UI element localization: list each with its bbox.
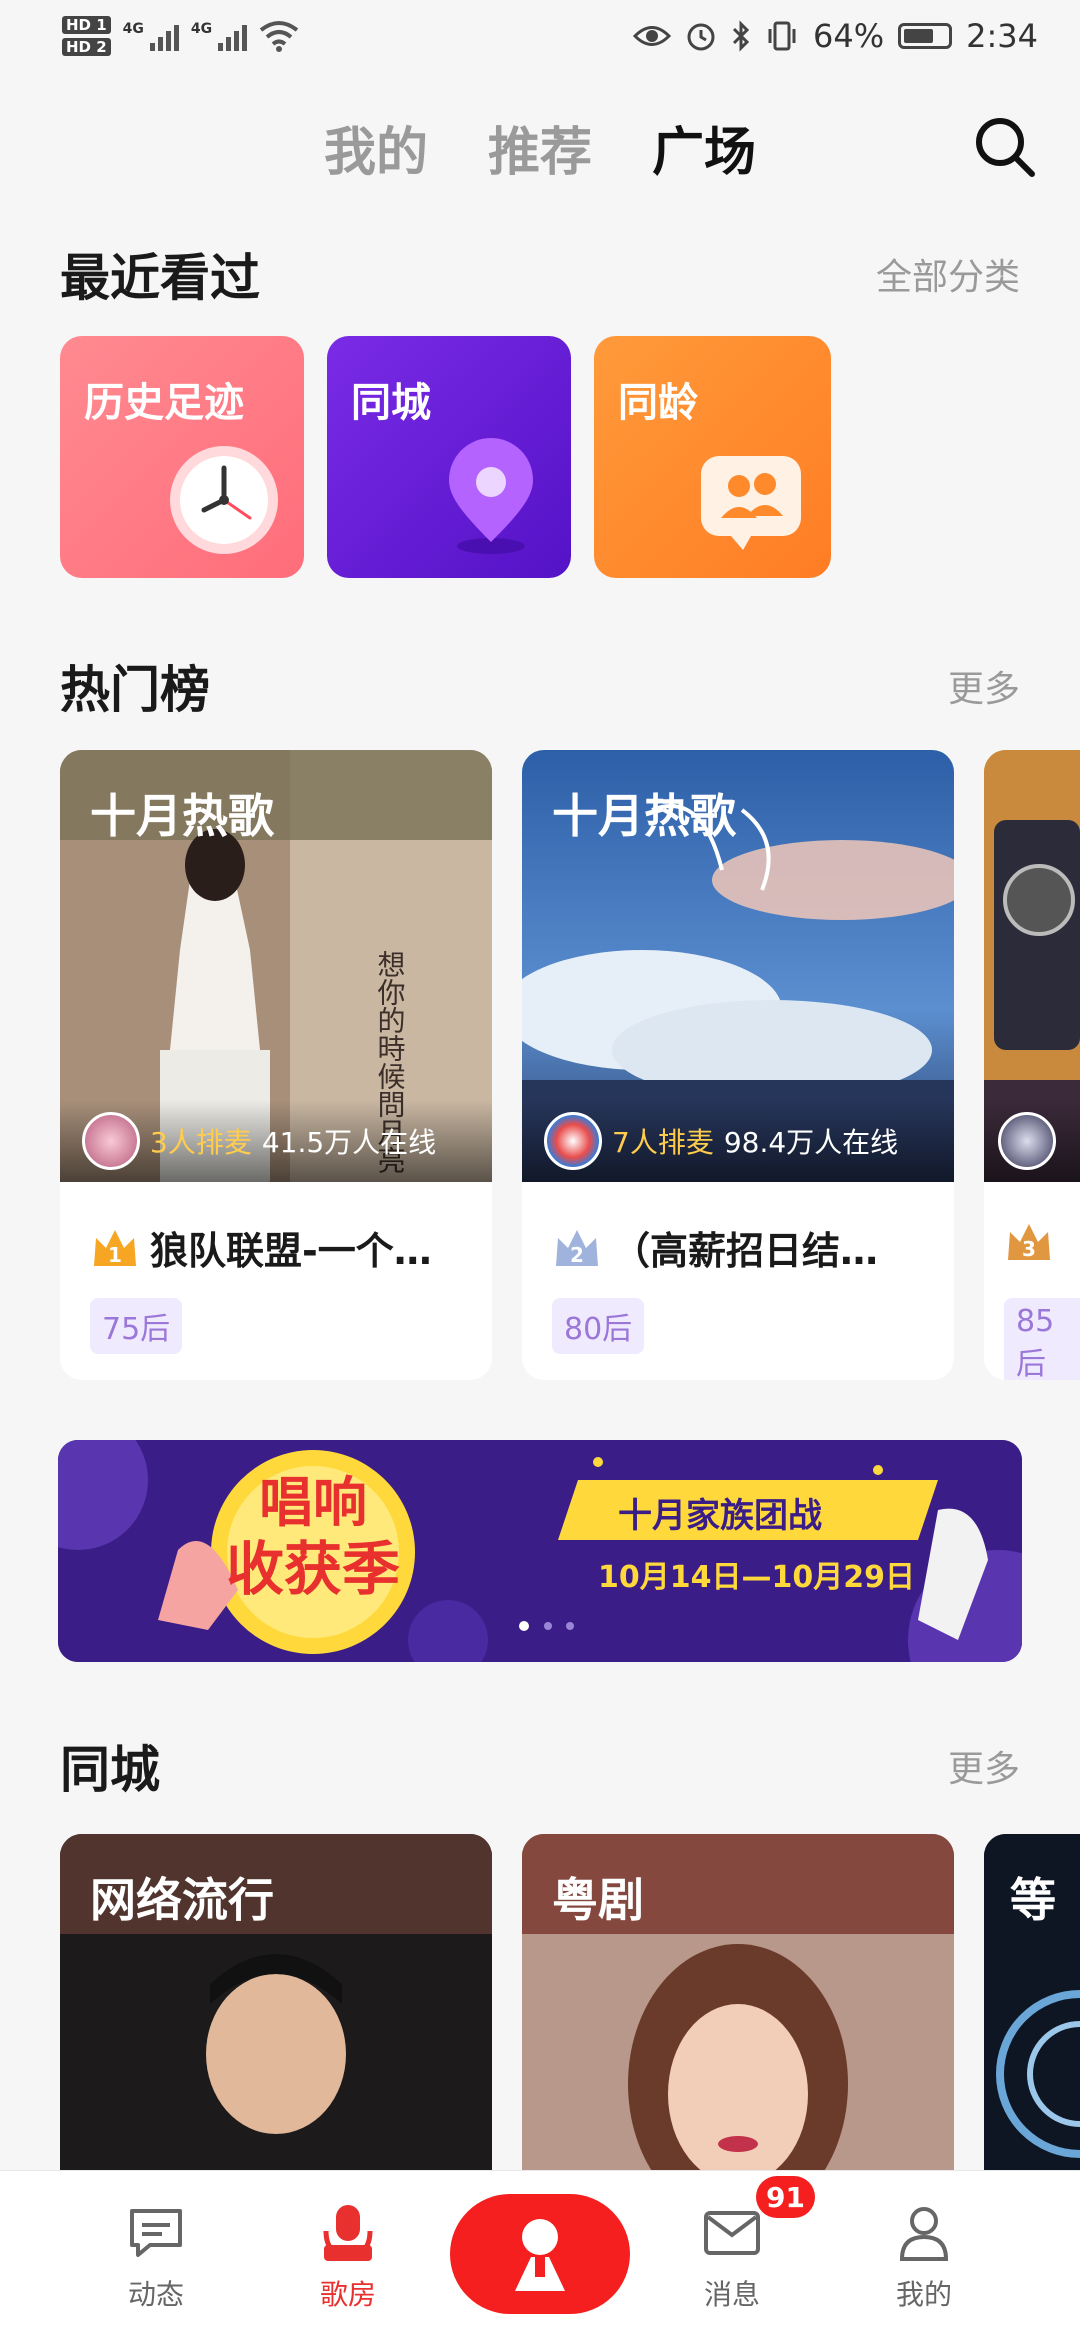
battery-percent: 64% xyxy=(813,17,885,55)
vibrate-icon xyxy=(768,21,796,51)
online-count-1: 41.5万人在线 xyxy=(261,1126,437,1159)
status-left: HD 1 HD 2 4G 4G xyxy=(62,16,299,56)
hot-name-row-2: 2 （高薪招日结… xyxy=(552,1220,942,1275)
hot-cover-2: 十月热歌 7人排麦 98.4万人在线 xyxy=(522,750,954,1182)
hd2-label: HD 2 xyxy=(62,38,111,56)
chat-icon xyxy=(130,2209,182,2257)
hot-overlay-3 xyxy=(984,1100,1080,1182)
clock-icon xyxy=(170,446,278,554)
avatar xyxy=(544,1112,602,1170)
messages-badge: 91 xyxy=(756,2176,815,2218)
alarm-icon xyxy=(687,23,715,51)
tile-same-age-label: 同龄 xyxy=(618,380,698,426)
status-bar: HD 1 HD 2 4G 4G 64% 2:34 xyxy=(0,0,1080,72)
crown-gold-icon: 1 xyxy=(94,1229,136,1267)
avatar xyxy=(998,1112,1056,1170)
tile-same-city-label: 同城 xyxy=(351,380,431,426)
hot-name-row-1: 1 狼队联盟-一个… xyxy=(90,1220,480,1275)
group-icon xyxy=(701,456,801,550)
banner-title-1: 唱响 xyxy=(259,1471,367,1534)
banner-event: 十月家族团战 xyxy=(618,1496,822,1536)
nav-label-karaoke-room: 歌房 xyxy=(319,2278,376,2311)
rank-3: 3 xyxy=(1022,1237,1036,1261)
hot-cover-3 xyxy=(984,750,1080,1182)
city-card-label-3: 等 xyxy=(1010,1873,1056,1927)
nav-item-feed[interactable]: 动态 xyxy=(96,2201,216,2313)
nav-label-profile: 我的 xyxy=(895,2278,952,2311)
nav-item-profile[interactable]: 我的 xyxy=(864,2201,984,2313)
net2-label: 4G xyxy=(190,21,213,37)
crown-bronze-icon: 3 xyxy=(1008,1224,1050,1261)
top-tabs: 我的 推荐 广场 xyxy=(0,110,1080,185)
tile-same-city[interactable]: 同城 xyxy=(327,336,571,578)
city-more-link[interactable]: 更多 xyxy=(948,1740,1020,1792)
crown-silver-icon: 2 xyxy=(556,1229,598,1267)
status-right: 64% 2:34 xyxy=(633,17,1038,55)
recent-section-title: 最近看过 xyxy=(60,249,260,307)
bluetooth-icon xyxy=(732,20,750,52)
hot-room-card-2[interactable]: 十月热歌 7人排麦 98.4万人在线 2 （高薪招日结… 80后 xyxy=(522,750,954,1380)
mail-icon xyxy=(704,2211,760,2255)
age-tag-1: 75后 xyxy=(90,1298,183,1354)
signal-icon-2: 4G xyxy=(190,21,248,51)
queue-count-1: 3人排麦 xyxy=(150,1126,252,1159)
location-pin-icon xyxy=(449,438,533,554)
room-name-2: （高薪招日结… xyxy=(612,1229,879,1273)
banner-dates: 10月14日—10月29日 xyxy=(598,1560,915,1595)
tile-same-age[interactable]: 同龄 xyxy=(594,336,831,578)
banner-title-2: 收获季 xyxy=(225,1535,400,1603)
signal-icon: 4G xyxy=(123,21,179,51)
hot-overlay-1: 3人排麦 41.5万人在线 xyxy=(60,1100,492,1182)
all-categories-link[interactable]: 全部分类 xyxy=(876,248,1020,300)
tab-recommend[interactable]: 推荐 xyxy=(488,110,592,185)
online-count-2: 98.4万人在线 xyxy=(723,1126,899,1159)
hd1-label: HD 1 xyxy=(62,16,111,34)
search-icon[interactable] xyxy=(970,112,1040,182)
hot-cover-1: 想你的時候問月亮 十月热歌 3人排麦 41.5万人在线 xyxy=(60,750,492,1182)
hot-name-row-3: 3 xyxy=(1004,1220,1080,1264)
avatar xyxy=(82,1112,140,1170)
age-tag-2: 80后 xyxy=(552,1298,645,1354)
wifi-icon xyxy=(259,21,299,52)
hot-cover-title-2: 十月热歌 xyxy=(552,789,736,843)
nav-item-karaoke-room[interactable]: 歌房 xyxy=(288,2201,408,2313)
battery-icon xyxy=(898,23,953,49)
promo-banner[interactable]: 唱响 收获季 十月家族团战 10月14日—10月29日 xyxy=(58,1440,1022,1662)
age-tag-3: 85后 xyxy=(1004,1298,1080,1380)
nav-label-messages: 消息 xyxy=(703,2278,760,2311)
hd-indicator: HD 1 HD 2 xyxy=(62,16,111,56)
city-card-label-1: 网络流行 xyxy=(90,1873,274,1927)
hot-room-card-1[interactable]: 想你的時候問月亮 十月热歌 3人排麦 41.5万人在线 1 狼队联盟-一个… 7… xyxy=(60,750,492,1380)
tile-history-label: 历史足迹 xyxy=(84,380,244,426)
center-create-button[interactable] xyxy=(450,2194,630,2314)
hot-cover-title-1: 十月热歌 xyxy=(90,789,274,843)
rank-1: 1 xyxy=(108,1243,122,1267)
hot-room-card-3[interactable]: 3 85后 xyxy=(984,750,1080,1380)
rank-2: 2 xyxy=(570,1243,584,1267)
hot-section-title: 热门榜 xyxy=(60,661,210,719)
room-name-1: 狼队联盟-一个… xyxy=(150,1229,432,1273)
person-icon xyxy=(899,2207,949,2261)
tab-mine[interactable]: 我的 xyxy=(324,110,428,185)
microphone-icon xyxy=(323,2205,373,2261)
hot-more-link[interactable]: 更多 xyxy=(948,660,1020,712)
nav-label-feed: 动态 xyxy=(127,2278,184,2311)
city-card-label-2: 粤剧 xyxy=(552,1873,644,1927)
banner-art xyxy=(58,1440,1022,1662)
eye-icon xyxy=(633,26,672,46)
hot-overlay-2: 7人排麦 98.4万人在线 xyxy=(522,1100,954,1182)
singer-icon xyxy=(515,2219,565,2291)
city-section-title: 同城 xyxy=(60,1741,160,1799)
tile-history[interactable]: 历史足迹 xyxy=(60,336,304,578)
net1-label: 4G xyxy=(122,21,144,37)
clock-time: 2:34 xyxy=(966,17,1038,55)
queue-count-2: 7人排麦 xyxy=(612,1126,714,1159)
tab-plaza[interactable]: 广场 xyxy=(652,110,756,185)
